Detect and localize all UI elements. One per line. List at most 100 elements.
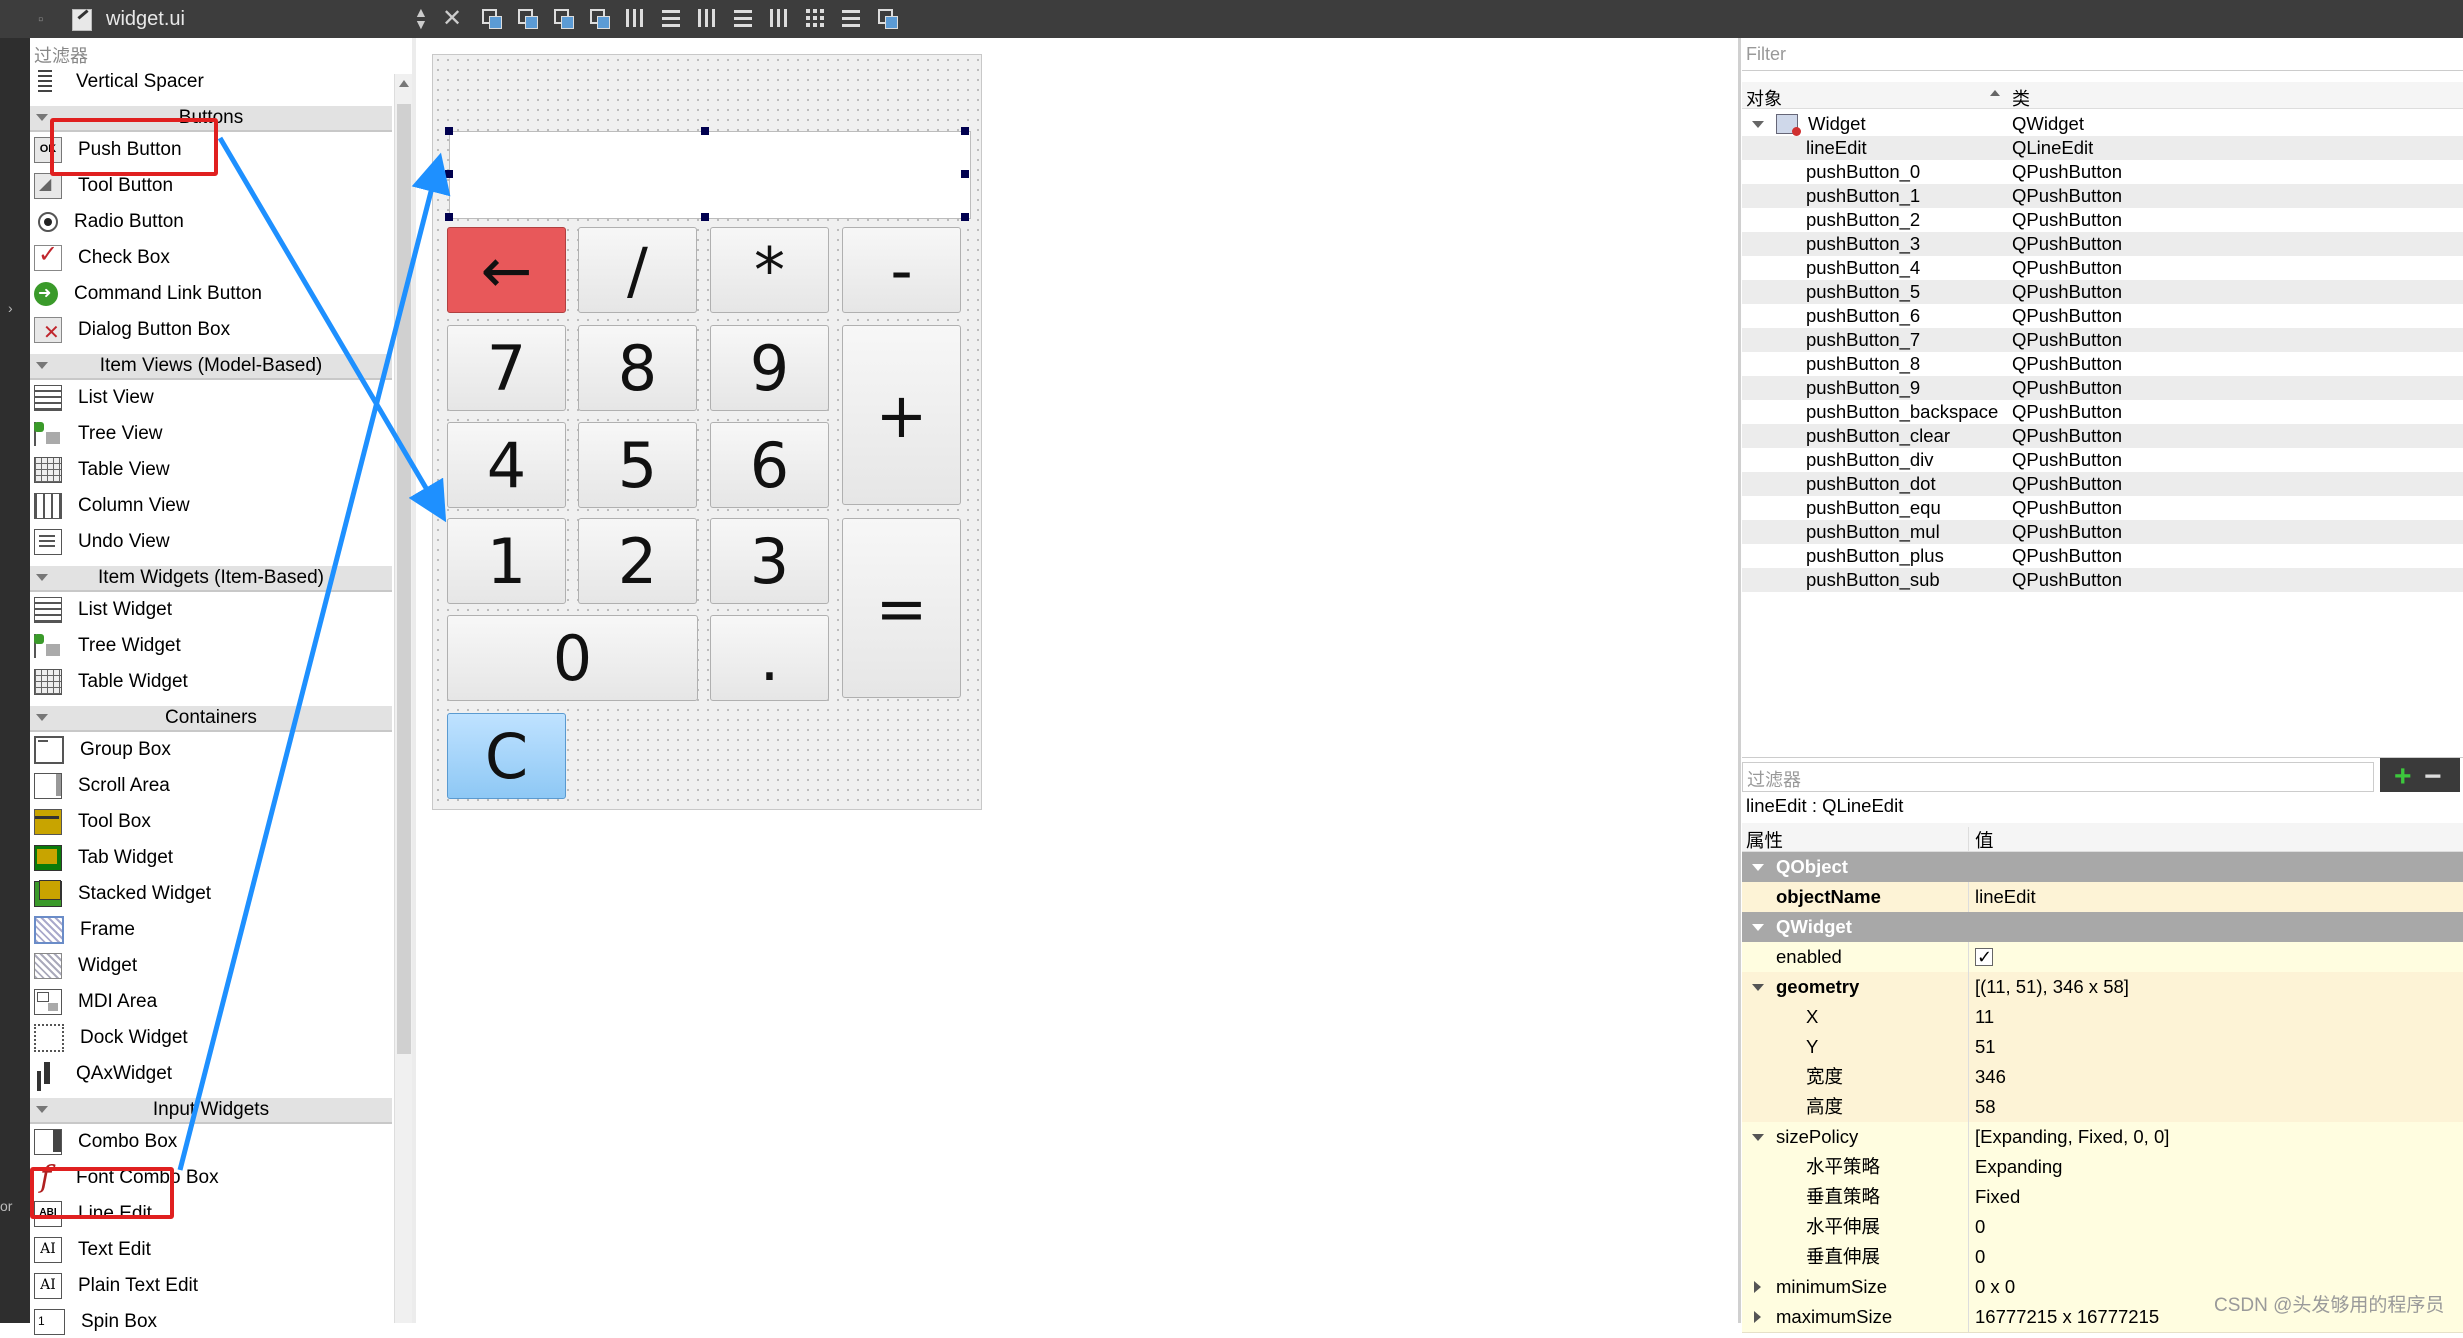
object-row[interactable]: pushButton_5 QPushButton <box>1742 280 2463 304</box>
object-row[interactable]: lineEdit QLineEdit <box>1742 136 2463 160</box>
property-row[interactable]: enabled <box>1742 942 2463 973</box>
widget-item-scroll-area[interactable]: Scroll Area <box>34 770 170 802</box>
digit-6-button[interactable]: 6 <box>710 422 829 508</box>
widget-item-widget[interactable]: Widget <box>34 950 137 982</box>
property-section[interactable]: QObject <box>1742 852 2463 883</box>
edit-signals-slots-icon[interactable] <box>516 7 538 29</box>
object-row[interactable]: pushButton_plus QPushButton <box>1742 544 2463 568</box>
resize-handle[interactable] <box>701 213 709 221</box>
property-row[interactable]: 高度 58 <box>1742 1092 2463 1123</box>
widget-item-mdi-area[interactable]: MDI Area <box>34 986 157 1018</box>
object-row[interactable]: pushButton_equ QPushButton <box>1742 496 2463 520</box>
property-row[interactable]: 垂直策略 Fixed <box>1742 1182 2463 1213</box>
column-object[interactable]: 对象 <box>1746 85 1782 111</box>
property-section[interactable]: QWidget <box>1742 912 2463 943</box>
property-value[interactable]: 346 <box>1968 1062 2463 1092</box>
scrollbar-thumb[interactable] <box>397 104 411 1054</box>
chevron-right-icon[interactable]: › <box>8 300 13 316</box>
widget-item-qaxwidget[interactable]: QAxWidget <box>34 1058 172 1090</box>
plus-button[interactable]: + <box>842 325 961 505</box>
scroll-up-icon[interactable] <box>399 80 409 87</box>
clear-button[interactable]: C <box>447 713 566 799</box>
resize-handle[interactable] <box>445 170 453 178</box>
property-value[interactable]: [(11, 51), 346 x 58] <box>1968 972 2463 1002</box>
backspace-button[interactable]: ← <box>447 227 566 313</box>
line-edit-display[interactable] <box>449 131 971 219</box>
layout-grid-icon[interactable] <box>804 7 826 29</box>
break-layout-icon[interactable] <box>840 7 862 29</box>
object-row[interactable]: pushButton_7 QPushButton <box>1742 328 2463 352</box>
layout-horizontal-splitter-icon[interactable] <box>696 7 718 29</box>
div-button[interactable]: / <box>578 227 697 313</box>
object-row[interactable]: pushButton_sub QPushButton <box>1742 568 2463 592</box>
edit-buddies-icon[interactable] <box>552 7 574 29</box>
resize-handle[interactable] <box>961 213 969 221</box>
object-row[interactable]: pushButton_mul QPushButton <box>1742 520 2463 544</box>
resize-handle[interactable] <box>701 127 709 135</box>
resize-handle[interactable] <box>961 127 969 135</box>
property-value[interactable] <box>1968 942 2463 972</box>
property-value[interactable]: 0 <box>1968 1242 2463 1272</box>
digit-8-button[interactable]: 8 <box>578 325 697 411</box>
adjust-size-icon[interactable] <box>876 7 898 29</box>
digit-7-button[interactable]: 7 <box>447 325 566 411</box>
column-class[interactable]: 类 <box>2012 85 2030 111</box>
object-row[interactable]: pushButton_1 QPushButton <box>1742 184 2463 208</box>
widget-item-stacked-widget[interactable]: Stacked Widget <box>34 878 211 910</box>
widget-item-dock-widget[interactable]: Dock Widget <box>34 1022 188 1054</box>
widget-item-spin-box[interactable]: 1 Spin Box <box>34 1306 157 1338</box>
widget-item-table-view[interactable]: Table View <box>34 454 170 486</box>
digit-0-button[interactable]: 0 <box>447 615 698 701</box>
chevron-right-icon[interactable] <box>1754 1311 1761 1323</box>
object-row[interactable]: pushButton_dot QPushButton <box>1742 472 2463 496</box>
property-row[interactable]: objectName lineEdit <box>1742 882 2463 913</box>
category-containers[interactable]: Containers <box>30 706 392 732</box>
chevron-right-icon[interactable] <box>1754 1281 1761 1293</box>
chevron-down-icon[interactable] <box>1752 984 1764 991</box>
equals-button[interactable]: = <box>842 518 961 698</box>
widget-item-tree-view[interactable]: Tree View <box>34 418 162 450</box>
property-value[interactable]: 0 <box>1968 1212 2463 1242</box>
widget-item-table-widget[interactable]: Table Widget <box>34 666 188 698</box>
resize-handle[interactable] <box>961 170 969 178</box>
property-value[interactable]: 11 <box>1968 1002 2463 1032</box>
property-value[interactable]: Fixed <box>1968 1182 2463 1212</box>
object-row[interactable]: pushButton_backspace QPushButton <box>1742 400 2463 424</box>
chevron-down-icon[interactable] <box>1752 924 1764 931</box>
layout-vertical-icon[interactable] <box>660 7 682 29</box>
mul-button[interactable]: * <box>710 227 829 313</box>
object-row[interactable]: pushButton_div QPushButton <box>1742 448 2463 472</box>
widget-item-radio-button[interactable]: Radio Button <box>34 206 184 238</box>
widget-item-combo-box[interactable]: Combo Box <box>34 1126 177 1158</box>
digit-5-button[interactable]: 5 <box>578 422 697 508</box>
widget-item-command-link-button[interactable]: Command Link Button <box>34 278 262 310</box>
chevron-down-icon[interactable] <box>1752 1134 1764 1141</box>
digit-1-button[interactable]: 1 <box>447 518 566 604</box>
object-row[interactable]: pushButton_9 QPushButton <box>1742 376 2463 400</box>
property-row[interactable]: sizePolicy [Expanding, Fixed, 0, 0] <box>1742 1122 2463 1153</box>
layout-vertical-splitter-icon[interactable] <box>732 7 754 29</box>
widget-item-tab-widget[interactable]: Tab Widget <box>34 842 173 874</box>
digit-3-button[interactable]: 3 <box>710 518 829 604</box>
category-item-widgets-item-based[interactable]: Item Widgets (Item-Based) <box>30 566 392 592</box>
widget-item-dialog-button-box[interactable]: Dialog Button Box <box>34 314 230 346</box>
add-property-icon[interactable]: + <box>2394 760 2412 794</box>
object-row[interactable]: pushButton_4 QPushButton <box>1742 256 2463 280</box>
category-input-widgets[interactable]: Input Widgets <box>30 1098 392 1124</box>
property-row[interactable]: 垂直伸展 0 <box>1742 1242 2463 1273</box>
object-filter-input[interactable]: Filter <box>1742 40 2463 71</box>
widget-item-plain-text-edit[interactable]: AI Plain Text Edit <box>34 1270 198 1302</box>
property-filter-input[interactable]: 过滤器 <box>1742 762 2374 792</box>
resize-handle[interactable] <box>445 127 453 135</box>
property-row[interactable]: geometry [(11, 51), 346 x 58] <box>1742 972 2463 1003</box>
file-switch-arrows-icon[interactable]: ▲ ▼ <box>414 5 428 31</box>
edit-tab-order-icon[interactable] <box>588 7 610 29</box>
edit-widgets-icon[interactable] <box>480 7 502 29</box>
property-value[interactable]: Expanding <box>1968 1152 2463 1182</box>
category-item-views-model-based[interactable]: Item Views (Model-Based) <box>30 354 392 380</box>
close-file-icon[interactable]: ✕ <box>442 4 462 33</box>
widget-item-column-view[interactable]: Column View <box>34 490 190 522</box>
widget-item-frame[interactable]: Frame <box>34 914 135 946</box>
widget-item-undo-view[interactable]: Undo View <box>34 526 170 558</box>
property-value[interactable]: [Expanding, Fixed, 0, 0] <box>1968 1122 2463 1152</box>
